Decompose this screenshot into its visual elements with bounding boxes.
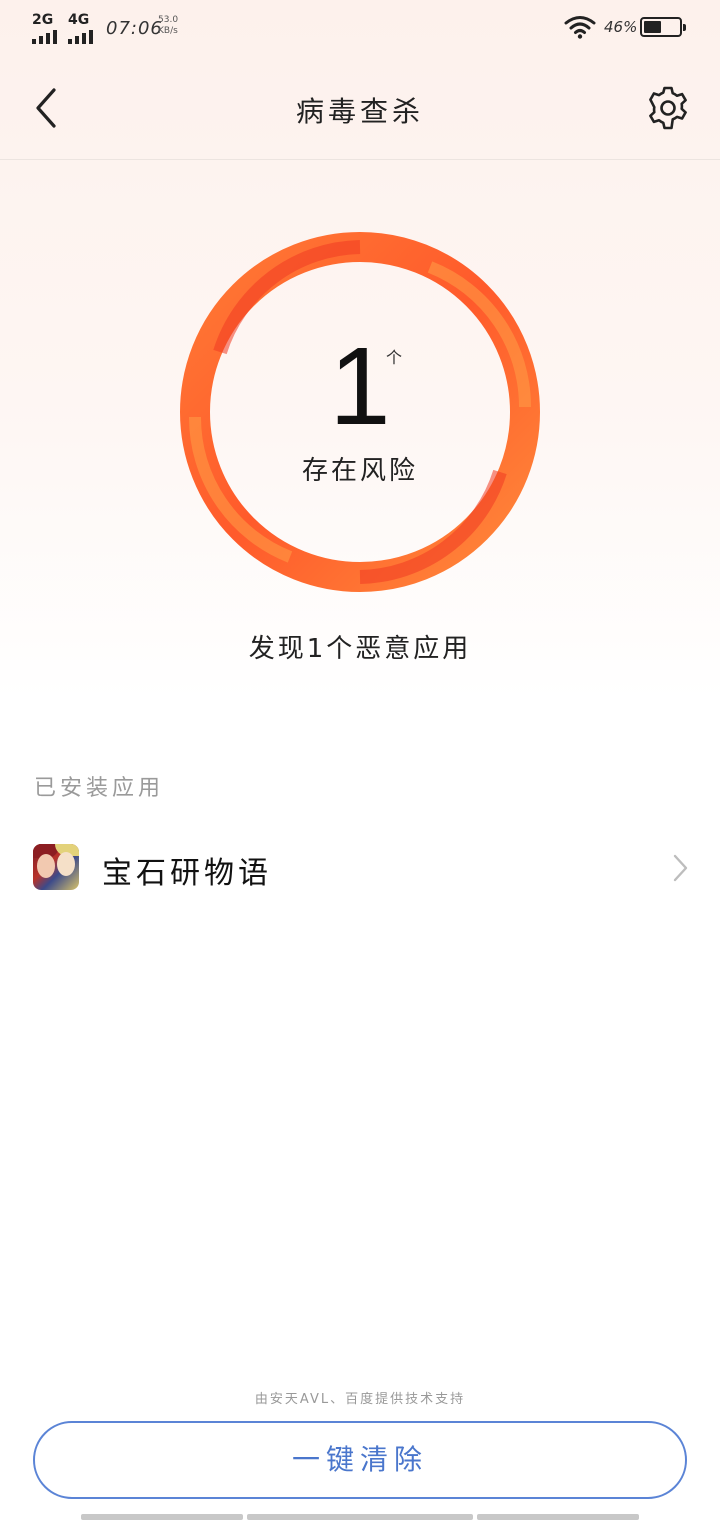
network-speed-unit: KB/s xyxy=(158,26,178,36)
page-title: 病毒查杀 xyxy=(295,95,424,128)
risk-count: 1 xyxy=(329,325,391,448)
signal-4g: 4G xyxy=(68,12,93,44)
scan-summary: 发现1个恶意应用 xyxy=(248,634,472,664)
settings-button[interactable] xyxy=(644,84,692,132)
app-header: 病毒查杀 xyxy=(0,56,720,160)
network-type-label: 4G xyxy=(68,12,90,28)
battery-fill xyxy=(644,21,662,33)
network-speed: 53.0 KB/s xyxy=(158,15,178,37)
clean-all-button[interactable]: 一键清除 xyxy=(33,1421,687,1499)
nav-bar-segment xyxy=(247,1514,473,1520)
battery-icon xyxy=(640,17,686,37)
gear-icon xyxy=(649,86,687,130)
app-icon xyxy=(33,844,79,890)
powered-by-text: 由安天AVL、百度提供技术支持 xyxy=(254,1392,466,1407)
signal-2g: 2G xyxy=(32,12,57,44)
risk-count-unit: 个 xyxy=(386,348,403,367)
wifi-icon xyxy=(564,16,596,39)
nav-bar-segment xyxy=(477,1514,639,1520)
risk-ring: 1 个 存在风险 xyxy=(180,232,540,592)
status-bar: 2G 4G 07:06 53.0 KB/s 46% xyxy=(0,0,720,56)
chevron-right-icon xyxy=(673,854,688,882)
clock: 07:06 xyxy=(106,18,163,39)
nav-bar-segment xyxy=(81,1514,243,1520)
signal-bars-icon xyxy=(68,30,93,44)
section-label-installed-apps: 已安装应用 xyxy=(34,776,165,801)
battery-percent: 46% xyxy=(604,18,638,36)
signal-bars-icon xyxy=(32,30,57,44)
network-speed-value: 53.0 xyxy=(158,15,179,25)
risk-status: 存在风险 xyxy=(301,456,418,486)
list-item[interactable]: 宝石研物语 xyxy=(0,830,720,908)
network-type-label: 2G xyxy=(32,12,54,28)
app-name: 宝石研物语 xyxy=(102,856,272,891)
